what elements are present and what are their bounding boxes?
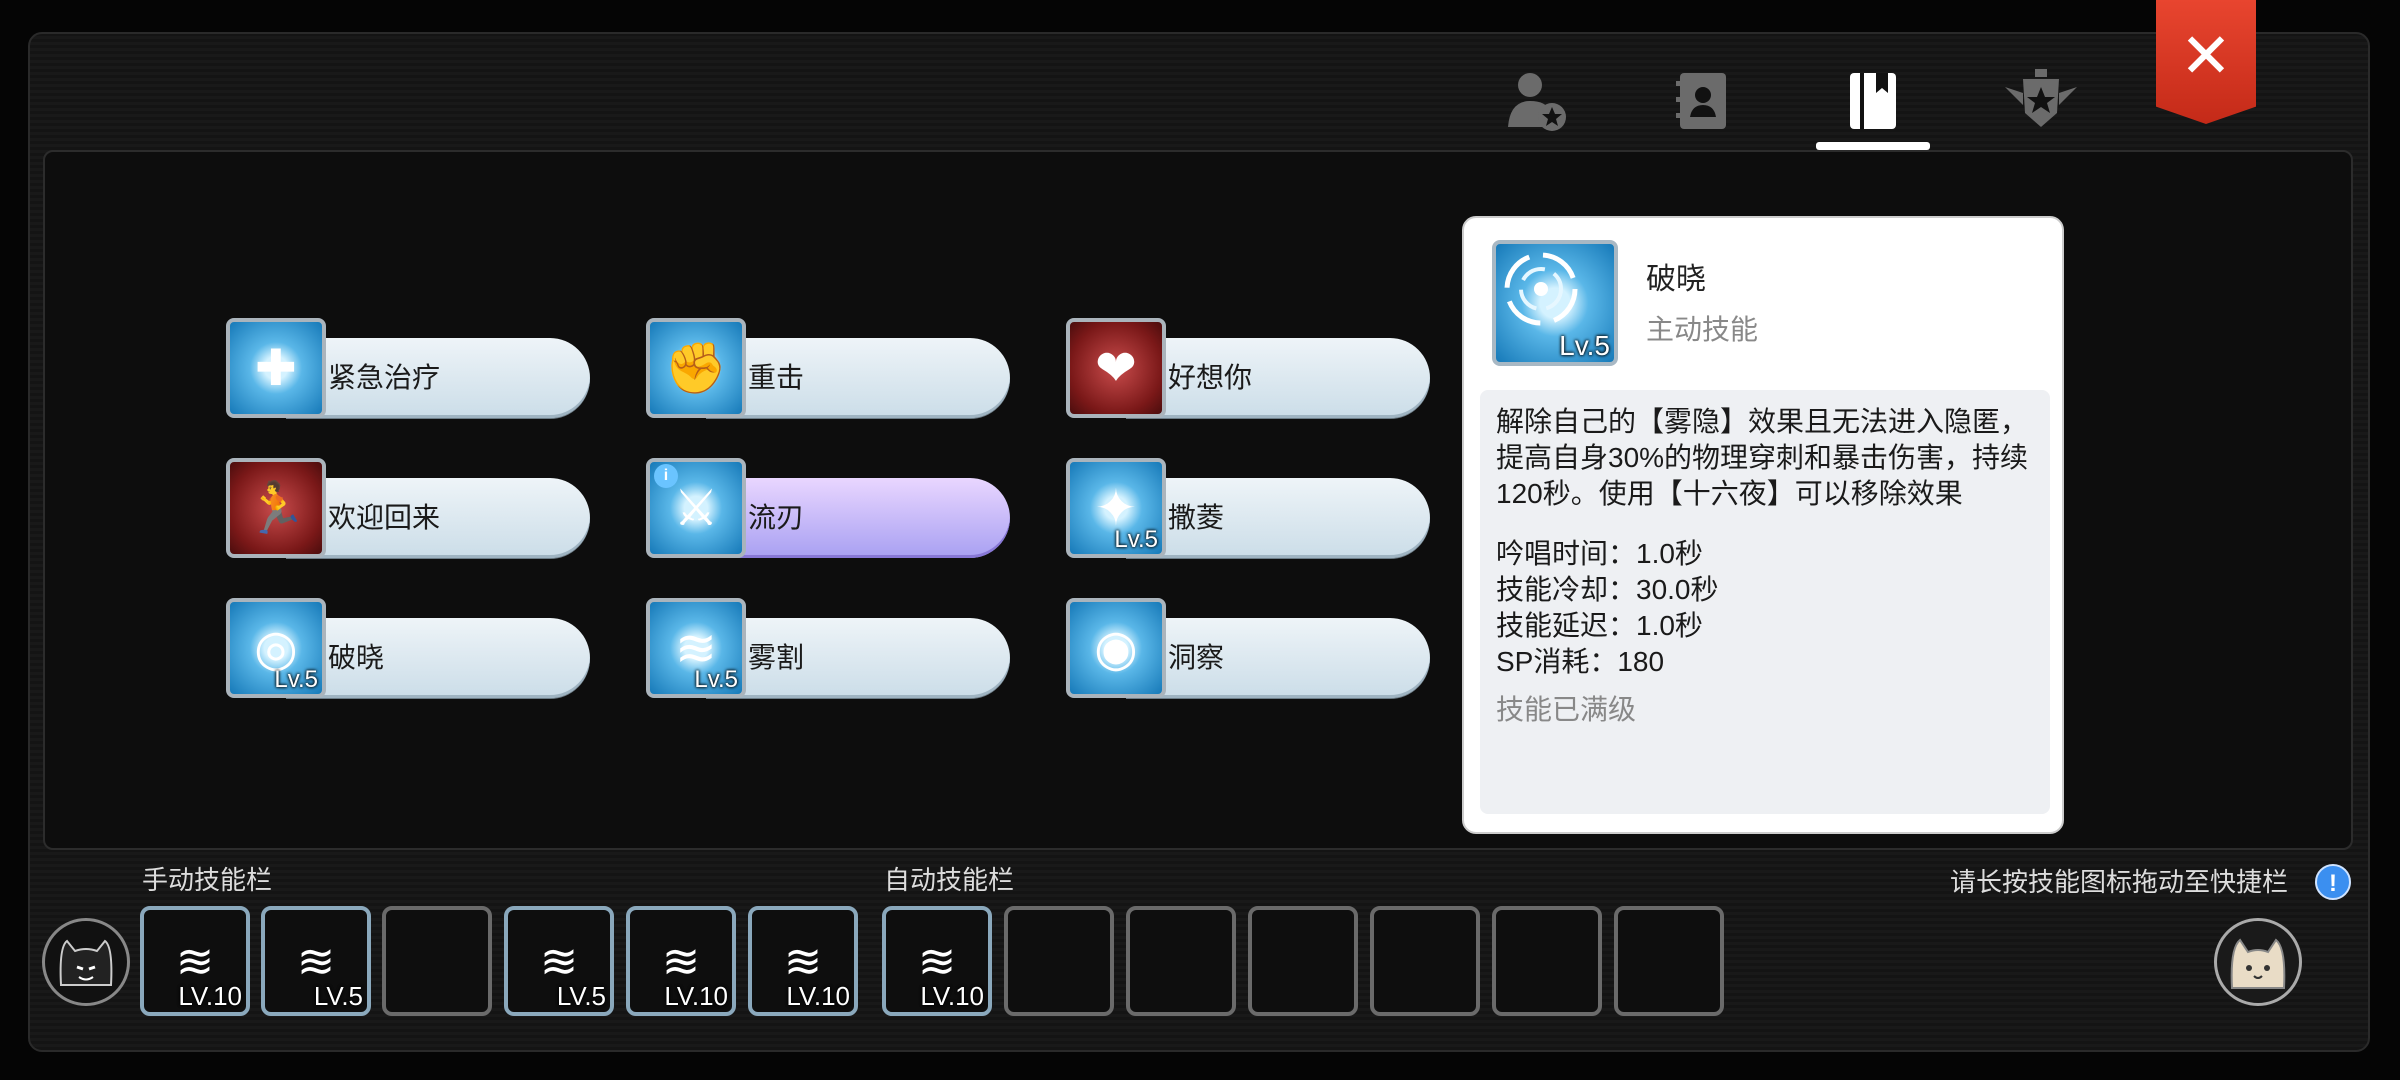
manual-skill-slot[interactable]: ≋ LV.10 xyxy=(626,906,736,1016)
info-badge-icon: i xyxy=(654,464,678,488)
skill-name: 重击 xyxy=(748,362,805,393)
popup-skill-level: Lv.5 xyxy=(1559,330,1610,361)
stat-cast-time: 吟唱时间：1.0秒 xyxy=(1496,538,1703,569)
skill-item[interactable]: 欢迎回来 🏃 xyxy=(226,458,590,558)
auto-skill-slot[interactable] xyxy=(1004,906,1114,1016)
manual-skill-slot[interactable]: ≋ LV.10 xyxy=(748,906,858,1016)
stat-sp-cost: SP消耗：180 xyxy=(1496,646,1665,677)
close-icon: ✕ xyxy=(2180,21,2232,91)
auto-skill-slot[interactable] xyxy=(1492,906,1602,1016)
skill-icon[interactable]: ❤ xyxy=(1066,318,1166,418)
skill-icon[interactable]: ✊ xyxy=(646,318,746,418)
popup-skill-description: 解除自己的【雾隐】效果且无法进入隐匿，提高自身30%的物理穿刺和暴击伤害，持续1… xyxy=(1480,390,2050,814)
manual-skill-slot[interactable]: ≋ LV.5 xyxy=(504,906,614,1016)
skill-item[interactable]: 重击 ✊ xyxy=(646,318,1010,418)
skill-icon[interactable]: ✚ xyxy=(226,318,326,418)
skill-item[interactable]: 流刃 ⚔ i xyxy=(646,458,1010,558)
skill-name: 撒菱 xyxy=(1168,502,1225,533)
skill-item[interactable]: 紧急治疗 ✚ xyxy=(226,318,590,418)
skill-description-text: 解除自己的【雾隐】效果且无法进入隐匿，提高自身30%的物理穿刺和暴击伤害，持续1… xyxy=(1496,406,2029,509)
manual-skill-slot[interactable]: ≋ LV.5 xyxy=(261,906,371,1016)
skill-name: 洞察 xyxy=(1168,642,1225,673)
skill-level: Lv.5 xyxy=(274,666,318,693)
skill-item[interactable]: 洞察 ◉ xyxy=(1066,598,1430,698)
close-button[interactable]: ✕ xyxy=(2156,0,2256,124)
slot-level: LV.5 xyxy=(313,981,363,1011)
fist-icon: ✊ xyxy=(664,339,728,396)
auto-skill-slot[interactable]: ≋ LV.10 xyxy=(882,906,992,1016)
slot-level: LV.10 xyxy=(786,981,850,1011)
skill-name: 欢迎回来 xyxy=(328,502,441,533)
skill-item[interactable]: 破晓 ◎ Lv.5 xyxy=(226,598,590,698)
slot-level: LV.10 xyxy=(664,981,728,1011)
skill-max-level-note: 技能已满级 xyxy=(1496,694,1637,725)
slot-level: LV.5 xyxy=(556,981,606,1011)
auto-skill-slot[interactable] xyxy=(1126,906,1236,1016)
skill-icon[interactable]: ≋ Lv.5 xyxy=(646,598,746,698)
slot-level: LV.10 xyxy=(178,981,242,1011)
skill-icon[interactable]: ◎ Lv.5 xyxy=(226,598,326,698)
skill-item[interactable]: 好想你 ❤ xyxy=(1066,318,1430,418)
skill-name: 好想你 xyxy=(1168,362,1253,393)
stat-cooldown: 技能冷却：30.0秒 xyxy=(1496,574,1719,605)
skill-icon[interactable]: ⚔ i xyxy=(646,458,746,558)
skill-item[interactable]: 撒菱 ✦ Lv.5 xyxy=(1066,458,1430,558)
auto-skill-bar-label: 自动技能栏 xyxy=(884,865,1015,895)
skill-icon[interactable]: ✦ Lv.5 xyxy=(1066,458,1166,558)
skill-icon[interactable]: 🏃 xyxy=(226,458,326,558)
drag-hint-text: 请长按技能图标拖动至快捷栏 xyxy=(1950,867,2289,897)
popup-skill-icon: Lv.5 xyxy=(1492,240,1618,366)
manual-skill-slot[interactable]: ≋ LV.10 xyxy=(140,906,250,1016)
tab-character[interactable] xyxy=(1480,50,1590,150)
character-star-icon xyxy=(1508,73,1566,131)
manual-skill-slot[interactable] xyxy=(382,906,492,1016)
active-tab-underline xyxy=(1816,142,1930,150)
skill-book-icon xyxy=(1850,73,1896,129)
tab-emblem[interactable] xyxy=(1986,50,2096,150)
stat-delay: 技能延迟：1.0秒 xyxy=(1496,610,1703,641)
vortex-icon xyxy=(1496,244,1614,339)
info-alert-icon[interactable]: ! xyxy=(2315,864,2351,900)
tab-contacts[interactable] xyxy=(1648,50,1758,150)
skill-item[interactable]: 雾割 ≋ Lv.5 xyxy=(646,598,1010,698)
skill-level: Lv.5 xyxy=(1114,526,1158,553)
cross-heal-icon: ✚ xyxy=(255,340,297,396)
heart-thought-icon: ❤ xyxy=(1095,340,1137,396)
eye-gear-icon: ◉ xyxy=(1094,620,1138,676)
popup-skill-type: 主动技能 xyxy=(1646,314,1759,345)
manual-skill-bar-label: 手动技能栏 xyxy=(142,865,273,895)
tab-skills[interactable] xyxy=(1816,50,1930,150)
skill-screen: ✕ 紧急治疗 ✚ 欢迎回来 🏃 破晓 ◎ Lv.5 重击 ✊ 流刃 ⚔ i 雾割 ≋ Lv.5 好想你 ❤ 撒菱 ✦… xyxy=(0,0,2400,1080)
skill-name: 雾割 xyxy=(748,642,805,673)
popup-skill-name: 破晓 xyxy=(1646,263,1706,296)
auto-skill-slot[interactable] xyxy=(1614,906,1724,1016)
black-cat-avatar-icon[interactable] xyxy=(42,918,130,1006)
skill-icon[interactable]: ◉ xyxy=(1066,598,1166,698)
contact-book-icon xyxy=(1676,73,1726,129)
skill-name: 破晓 xyxy=(328,642,385,673)
white-cat-avatar-icon[interactable] xyxy=(2214,918,2302,1006)
skill-detail-popup: Lv.5 破晓 主动技能 解除自己的【雾隐】效果且无法进入隐匿，提高自身30%的… xyxy=(1462,216,2064,834)
skill-name: 流刃 xyxy=(748,502,805,533)
slot-level: LV.10 xyxy=(920,981,984,1011)
skill-name: 紧急治疗 xyxy=(328,362,441,393)
auto-skill-slot[interactable] xyxy=(1370,906,1480,1016)
auto-skill-slot[interactable] xyxy=(1248,906,1358,1016)
winged-shield-star-icon xyxy=(2005,69,2077,127)
skill-level: Lv.5 xyxy=(694,666,738,693)
figure-jump-icon: 🏃 xyxy=(244,479,308,536)
